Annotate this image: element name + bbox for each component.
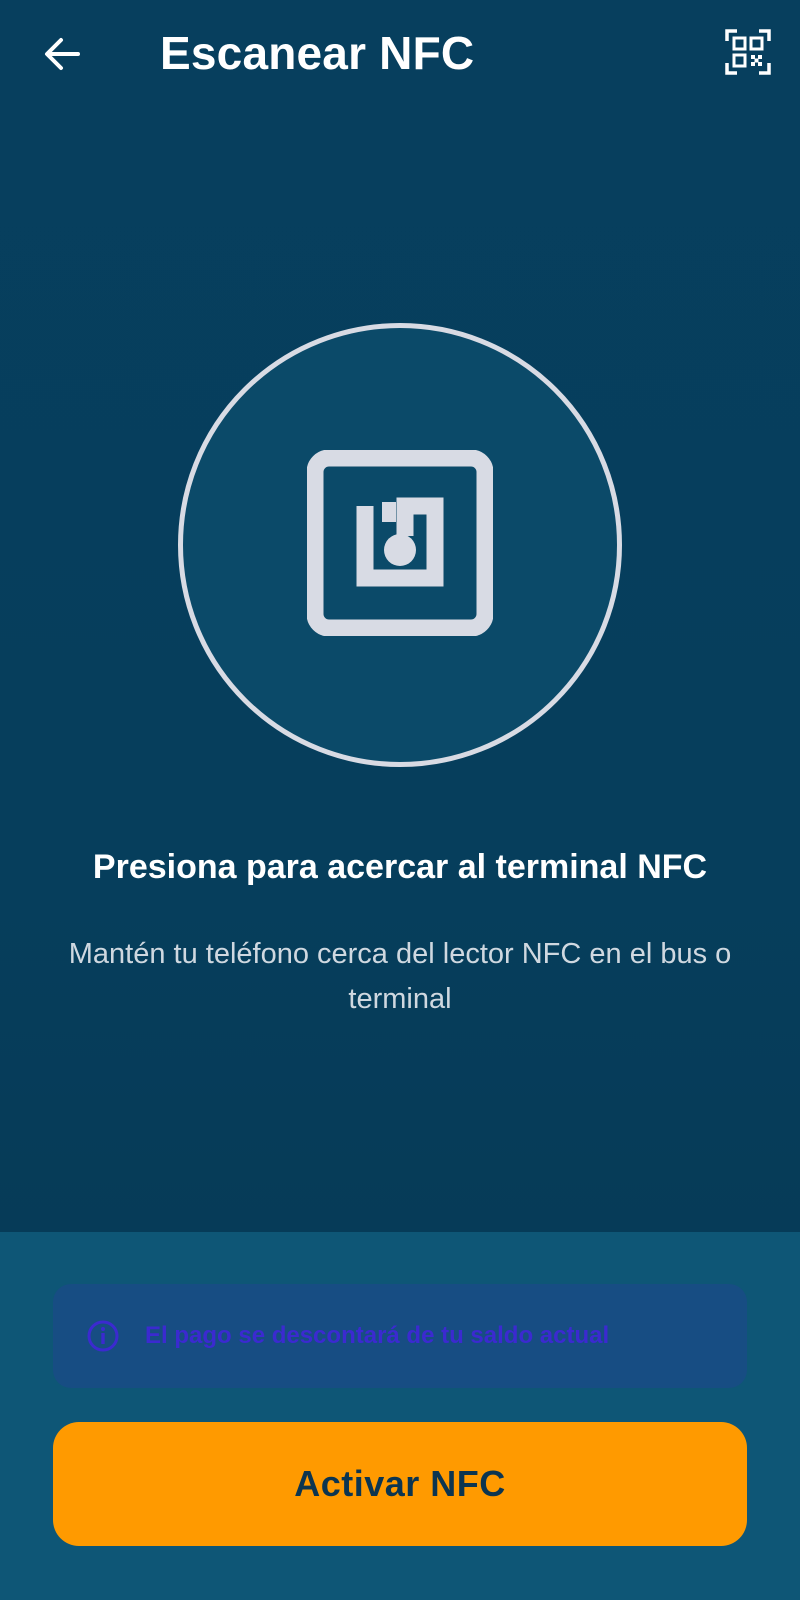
bottom-panel: El pago se descontará de tu saldo actual… xyxy=(0,1232,800,1600)
qr-scan-button[interactable] xyxy=(722,28,774,80)
nfc-icon xyxy=(306,449,494,641)
instruction-title: Presiona para acercar al terminal NFC xyxy=(92,848,708,886)
qr-code-scan-icon xyxy=(725,28,771,80)
arrow-left-icon xyxy=(42,34,82,79)
page-title: Escanear NFC xyxy=(160,27,475,79)
info-text: El pago se descontará de tu saldo actual xyxy=(145,1322,610,1349)
info-icon xyxy=(85,1318,121,1354)
info-banner: El pago se descontará de tu saldo actual xyxy=(53,1284,747,1388)
activate-nfc-button[interactable]: Activar NFC xyxy=(53,1422,747,1546)
app-header: Escanear NFC xyxy=(0,0,800,112)
nfc-scan-area[interactable] xyxy=(178,323,622,767)
instruction-subtitle: Mantén tu teléfono cerca del lector NFC … xyxy=(68,938,732,1015)
back-button[interactable] xyxy=(34,28,90,84)
